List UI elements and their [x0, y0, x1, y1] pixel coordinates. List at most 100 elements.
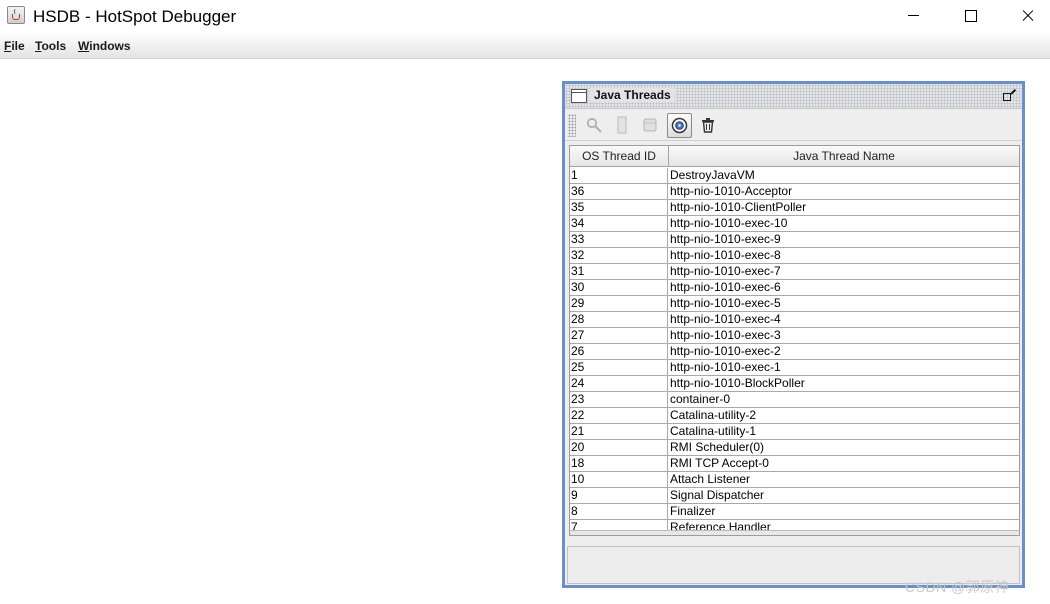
- java-thread-name-cell: http-nio-1010-exec-2: [670, 344, 781, 358]
- os-thread-id-cell: 27: [570, 328, 668, 344]
- java-thread-name-cell: Signal Dispatcher: [670, 488, 765, 502]
- os-thread-id-cell: 21: [570, 424, 668, 440]
- table-row[interactable]: 9 Signal Dispatcher: [570, 488, 1019, 504]
- os-thread-id-cell: 32: [570, 248, 668, 264]
- table-row[interactable]: 10 Attach Listener: [570, 472, 1019, 488]
- table-row[interactable]: 25 http-nio-1010-exec-1: [570, 360, 1019, 376]
- table-header: OS Thread ID Java Thread Name: [570, 146, 1019, 167]
- menu-tools[interactable]: Tools: [35, 39, 66, 53]
- os-thread-id-cell: 1: [570, 168, 668, 184]
- java-thread-name-cell: Catalina-utility-1: [670, 424, 757, 438]
- table-row[interactable]: 36 http-nio-1010-Acceptor: [570, 184, 1019, 200]
- os-thread-id-cell: 36: [570, 184, 668, 200]
- os-thread-id-cell: 18: [570, 456, 668, 472]
- table-row[interactable]: 30 http-nio-1010-exec-6: [570, 280, 1019, 296]
- table-row[interactable]: 35 http-nio-1010-ClientPoller: [570, 200, 1019, 216]
- column-header-java-thread-name[interactable]: Java Thread Name: [669, 146, 1019, 167]
- table-row[interactable]: 31 http-nio-1010-exec-7: [570, 264, 1019, 280]
- hsdb-window: HSDB - HotSpot Debugger File Tools Windo…: [0, 0, 1050, 604]
- java-thread-name-cell: http-nio-1010-exec-3: [670, 328, 781, 342]
- table-row[interactable]: 18 RMI TCP Accept-0: [570, 456, 1019, 472]
- table-row[interactable]: 26 http-nio-1010-exec-2: [570, 344, 1019, 360]
- os-thread-id-cell: 22: [570, 408, 668, 424]
- table-row[interactable]: 22 Catalina-utility-2: [570, 408, 1019, 424]
- os-thread-id-cell: 20: [570, 440, 668, 456]
- menu-windows[interactable]: Windows: [78, 39, 131, 53]
- thread-info-button[interactable]: [667, 113, 692, 138]
- horizontal-scrollbar[interactable]: [570, 530, 1019, 535]
- os-thread-id-cell: 24: [570, 376, 668, 392]
- java-thread-name-cell: Attach Listener: [670, 472, 751, 486]
- java-thread-name-cell: container-0: [670, 392, 731, 406]
- java-threads-frame: Java Threads OS Thread ID Java Thread Na…: [562, 81, 1025, 588]
- table-row[interactable]: 34 http-nio-1010-exec-10: [570, 216, 1019, 232]
- close-button[interactable]: [1004, 0, 1050, 32]
- show-stack-icon: [643, 118, 657, 132]
- java-thread-name-cell: http-nio-1010-exec-1: [670, 360, 781, 374]
- java-thread-name-cell: http-nio-1010-exec-10: [670, 216, 788, 230]
- inspect-thread-button[interactable]: [582, 113, 607, 138]
- java-thread-name-cell: RMI TCP Accept-0: [670, 456, 769, 470]
- table-row[interactable]: 24 http-nio-1010-BlockPoller: [570, 376, 1019, 392]
- table-row[interactable]: 32 http-nio-1010-exec-8: [570, 248, 1019, 264]
- os-thread-id-cell: 8: [570, 504, 668, 520]
- threads-table[interactable]: OS Thread ID Java Thread Name 1 DestroyJa…: [569, 145, 1020, 536]
- table-row[interactable]: 28 http-nio-1010-exec-4: [570, 312, 1019, 328]
- os-thread-id-cell: 33: [570, 232, 668, 248]
- stack-memory-button[interactable]: [610, 113, 635, 138]
- watermark: CSDN @郭原神: [905, 579, 1010, 595]
- java-app-icon: [7, 6, 25, 24]
- os-thread-id-cell: 34: [570, 216, 668, 232]
- java-thread-name-cell: http-nio-1010-exec-7: [670, 264, 781, 278]
- trash-icon: [702, 118, 714, 133]
- table-body: 1 DestroyJavaVM 36 http-nio-1010-Acceptor 35…: [570, 168, 1019, 535]
- java-thread-name-cell: Catalina-utility-2: [670, 408, 757, 422]
- menu-bar: File Tools Windows: [0, 32, 1050, 59]
- inspect-thread-icon: [586, 117, 602, 133]
- window-title: HSDB - HotSpot Debugger: [33, 7, 237, 26]
- show-stack-button[interactable]: [638, 113, 663, 138]
- os-thread-id-cell: 23: [570, 392, 668, 408]
- java-thread-name-cell: http-nio-1010-exec-5: [670, 296, 781, 310]
- os-thread-id-cell: 26: [570, 344, 668, 360]
- menu-file[interactable]: File: [4, 39, 25, 53]
- table-row[interactable]: 20 RMI Scheduler(0): [570, 440, 1019, 456]
- frame-title: Java Threads: [590, 88, 675, 102]
- table-row[interactable]: 21 Catalina-utility-1: [570, 424, 1019, 440]
- stack-memory-icon: [617, 116, 627, 134]
- column-header-os-thread-id[interactable]: OS Thread ID: [570, 146, 669, 167]
- java-thread-name-cell: http-nio-1010-Acceptor: [670, 184, 793, 198]
- java-thread-name-cell: RMI Scheduler(0): [670, 440, 765, 454]
- java-thread-name-cell: http-nio-1010-BlockPoller: [670, 376, 805, 390]
- os-thread-id-cell: 28: [570, 312, 668, 328]
- os-thread-id-cell: 35: [570, 200, 668, 216]
- table-row[interactable]: 8 Finalizer: [570, 504, 1019, 520]
- thread-info-icon: [671, 117, 688, 134]
- os-thread-id-cell: 10: [570, 472, 668, 488]
- os-thread-id-cell: 25: [570, 360, 668, 376]
- toolbar-grip[interactable]: [568, 114, 576, 137]
- restore-icon[interactable]: [1003, 87, 1017, 101]
- title-bar[interactable]: HSDB - HotSpot Debugger: [0, 0, 1050, 32]
- frame-toolbar: [565, 110, 1022, 141]
- table-row[interactable]: 29 http-nio-1010-exec-5: [570, 296, 1019, 312]
- table-row[interactable]: 33 http-nio-1010-exec-9: [570, 232, 1019, 248]
- table-row[interactable]: 23 container-0: [570, 392, 1019, 408]
- frame-title-bar[interactable]: Java Threads: [565, 84, 1022, 109]
- java-thread-name-cell: DestroyJavaVM: [670, 168, 755, 182]
- java-thread-name-cell: http-nio-1010-exec-4: [670, 312, 781, 326]
- java-thread-name-cell: http-nio-1010-exec-8: [670, 248, 781, 262]
- maximize-button[interactable]: [947, 0, 993, 32]
- os-thread-id-cell: 30: [570, 280, 668, 296]
- table-row[interactable]: 27 http-nio-1010-exec-3: [570, 328, 1019, 344]
- minimize-button[interactable]: [890, 0, 936, 32]
- os-thread-id-cell: 31: [570, 264, 668, 280]
- table-row[interactable]: 1 DestroyJavaVM: [570, 168, 1019, 184]
- trash-button[interactable]: [696, 113, 721, 138]
- os-thread-id-cell: 29: [570, 296, 668, 312]
- os-thread-id-cell: 9: [570, 488, 668, 504]
- frame-window-icon: [571, 89, 587, 103]
- java-thread-name-cell: Finalizer: [670, 504, 716, 518]
- java-thread-name-cell: http-nio-1010-exec-6: [670, 280, 781, 294]
- java-thread-name-cell: http-nio-1010-exec-9: [670, 232, 781, 246]
